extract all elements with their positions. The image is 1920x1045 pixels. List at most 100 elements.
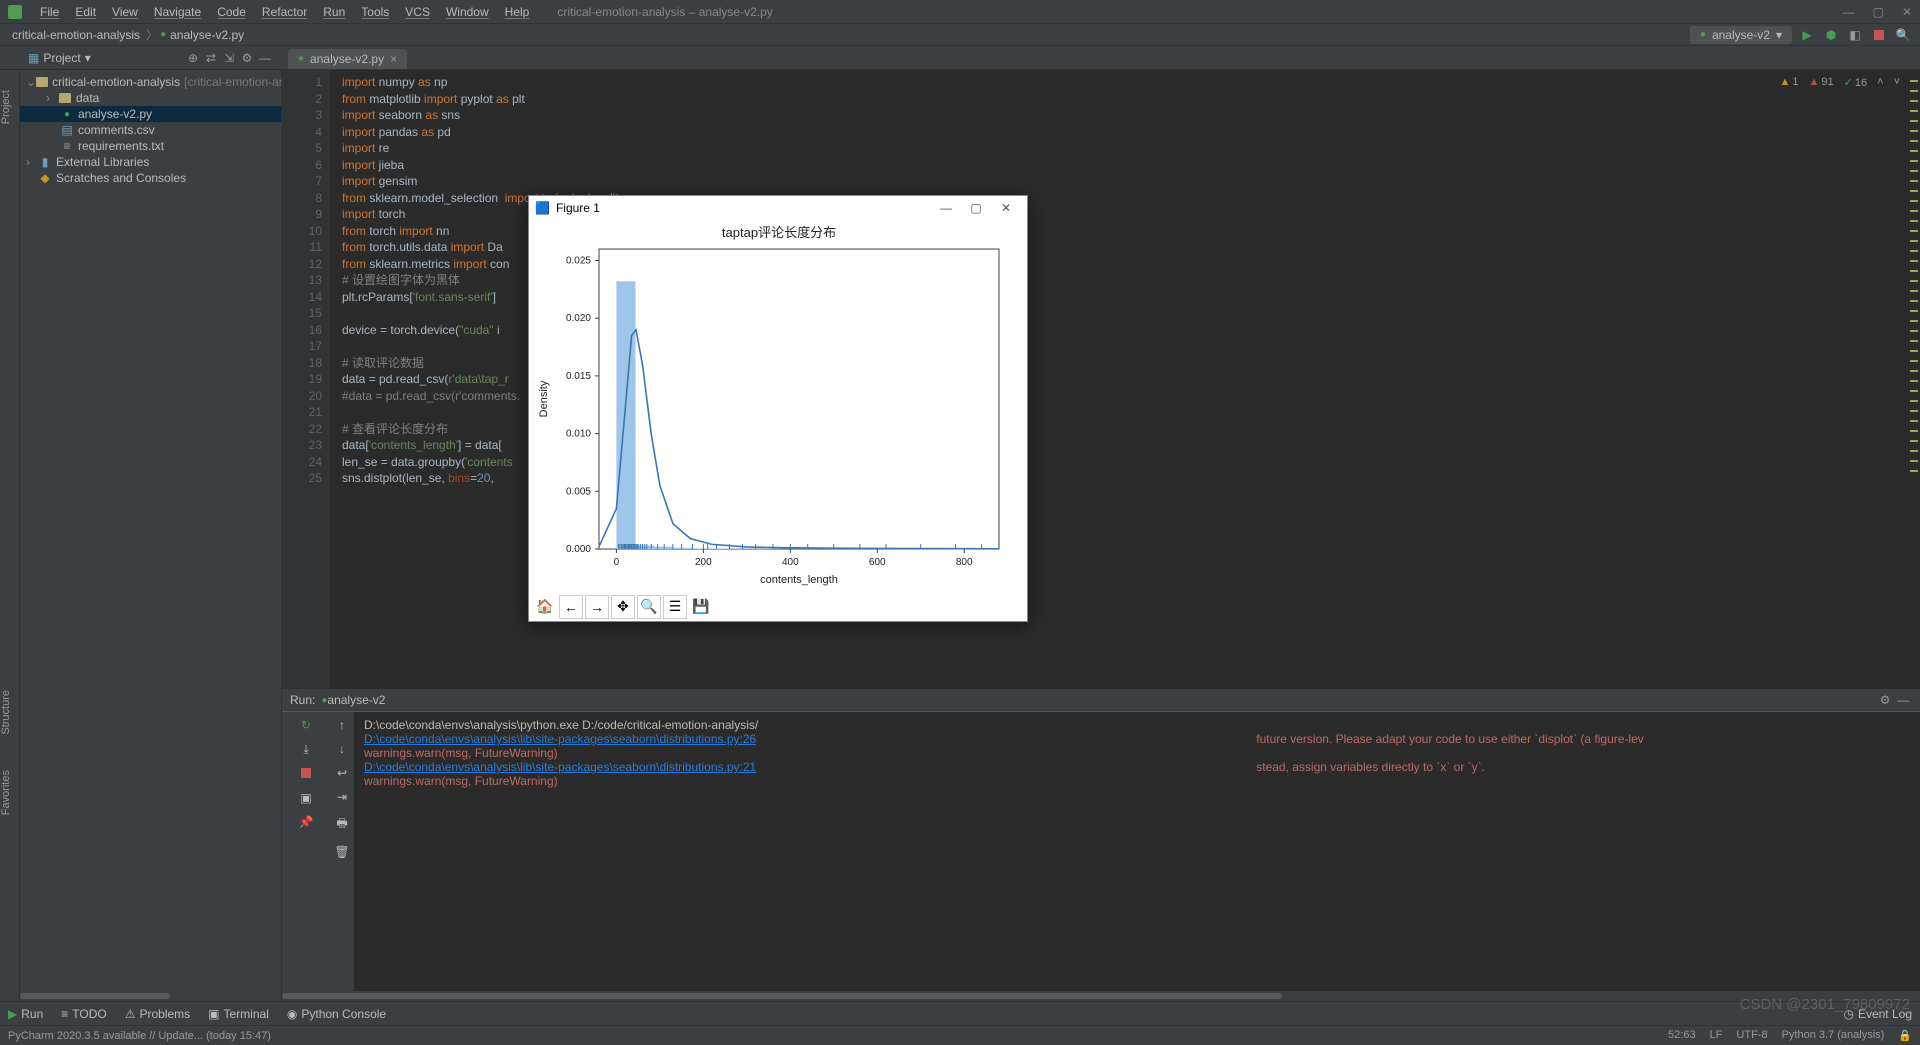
run-secondary-toolbar: ↑ ↓ ↩ ⇥ 🖶 🗑 [330, 712, 354, 991]
project-horizontal-scrollbar[interactable] [20, 991, 281, 1001]
figure-close-icon[interactable]: ✕ [991, 201, 1021, 215]
window-maximize-icon[interactable]: ▢ [1873, 5, 1884, 19]
expand-all-icon[interactable]: ⇄ [202, 49, 220, 67]
hide-tool-icon[interactable]: — [1894, 691, 1912, 709]
back-icon[interactable]: ← [559, 595, 583, 619]
layout-icon[interactable]: ▣ [300, 791, 311, 805]
up-icon[interactable]: ↑ [339, 718, 345, 732]
figure-window-title: Figure 1 [556, 201, 600, 215]
side-tab-project[interactable]: Project [0, 90, 12, 124]
save-figure-icon[interactable]: 💾 [689, 595, 713, 619]
tree-external-libraries[interactable]: ›▮ External Libraries [20, 154, 281, 170]
menu-run[interactable]: Run [315, 5, 353, 19]
file-encoding[interactable]: UTF-8 [1736, 1029, 1767, 1042]
project-tree[interactable]: ⌄ critical-emotion-analysis [critical-em… [20, 70, 281, 190]
bottom-tool-terminal[interactable]: ▣Terminal [208, 1007, 269, 1021]
breadcrumb-separator-icon: 〉 [144, 26, 160, 43]
caret-position[interactable]: 52:63 [1668, 1029, 1696, 1042]
status-update-notice[interactable]: PyCharm 2020.3.5 available // Update... … [8, 1030, 271, 1042]
home-icon[interactable]: 🏠 [533, 595, 557, 619]
figure-minimize-icon[interactable]: — [931, 201, 961, 215]
figure-canvas: 02004006008000.0000.0050.0100.0150.0200.… [529, 219, 1027, 592]
pan-icon[interactable]: ✥ [611, 595, 635, 619]
svg-text:0: 0 [614, 557, 620, 568]
menu-tools[interactable]: Tools [353, 5, 397, 19]
stop-icon[interactable] [301, 767, 311, 781]
figure-maximize-icon[interactable]: ▢ [961, 201, 991, 215]
tree-scratches[interactable]: ◆ Scratches and Consoles [20, 170, 281, 186]
lock-icon[interactable]: 🔒 [1898, 1029, 1912, 1042]
clear-icon[interactable]: 🗑 [334, 845, 349, 859]
menu-refactor[interactable]: Refactor [254, 5, 315, 19]
down-icon[interactable]: ↓ [339, 742, 345, 756]
weak-warning-count: 16 [1844, 76, 1867, 89]
menu-navigate[interactable]: Navigate [146, 5, 209, 19]
collapse-all-icon[interactable]: ⇲ [220, 49, 238, 67]
rerun-icon[interactable]: ↻ [301, 718, 311, 732]
chevron-down-icon[interactable]: ˅ [1894, 76, 1900, 89]
terminal-icon: ▣ [208, 1007, 219, 1021]
title-bar: File Edit View Navigate Code Refactor Ru… [0, 0, 1920, 24]
bottom-tool-python-console[interactable]: ◉Python Console [287, 1007, 386, 1021]
menu-vcs[interactable]: VCS [397, 5, 438, 19]
scroll-to-end-icon[interactable]: ⇥ [337, 790, 347, 804]
todo-icon: ≡ [61, 1007, 68, 1021]
window-minimize-icon[interactable]: — [1843, 5, 1855, 19]
run-tool-header: Run: ● analyse-v2 ⚙ — [282, 689, 1920, 711]
menu-help[interactable]: Help [497, 5, 538, 19]
run-icon[interactable]: ⤓ [303, 742, 308, 757]
project-tool-label[interactable]: Project [43, 51, 80, 65]
editor-tab[interactable]: ● analyse-v2.py × [288, 49, 407, 69]
menu-file[interactable]: File [32, 5, 67, 19]
tree-file-requirements[interactable]: ≡ requirements.txt [20, 138, 281, 154]
menu-code[interactable]: Code [209, 5, 254, 19]
problems-icon: ⚠ [125, 1007, 136, 1021]
tree-project-root[interactable]: ⌄ critical-emotion-analysis [critical-em… [20, 74, 281, 90]
python-interpreter[interactable]: Python 3.7 (analysis) [1782, 1029, 1885, 1042]
bottom-tool-todo[interactable]: ≡TODO [61, 1007, 106, 1021]
tree-file-comments[interactable]: ▤ comments.csv [20, 122, 281, 138]
figure-title-bar[interactable]: 🟦 Figure 1 — ▢ ✕ [529, 196, 1027, 219]
menu-window[interactable]: Window [438, 5, 497, 19]
forward-icon[interactable]: → [585, 595, 609, 619]
tree-folder-data[interactable]: › data [20, 90, 281, 106]
search-everywhere-icon[interactable]: 🔍 [1894, 26, 1912, 44]
tree-file-analyse[interactable]: ● analyse-v2.py [20, 106, 281, 122]
side-tab-structure[interactable]: Structure [0, 690, 12, 735]
bottom-tool-problems[interactable]: ⚠Problems [125, 1007, 190, 1021]
debug-button-icon[interactable]: ⬢ [1822, 26, 1840, 44]
chevron-up-icon[interactable]: ˄ [1877, 76, 1883, 89]
text-file-icon: ≡ [60, 139, 74, 153]
locate-file-icon[interactable]: ⊕ [184, 49, 202, 67]
error-stripe[interactable] [1908, 70, 1920, 689]
svg-text:0.000: 0.000 [566, 544, 591, 555]
hide-tool-icon[interactable]: — [256, 49, 274, 67]
console-output[interactable]: D:\code\conda\envs\analysis\python.exe D… [354, 712, 1920, 991]
run-button-icon[interactable]: ▶ [1798, 26, 1816, 44]
breadcrumb-root[interactable]: critical-emotion-analysis [8, 28, 144, 42]
inspection-summary[interactable]: 1 91 16 ˄ ˅ [1780, 76, 1901, 89]
chevron-down-icon[interactable]: ▾ [85, 51, 91, 65]
breadcrumb-file[interactable]: analyse-v2.py [166, 28, 248, 42]
soft-wrap-icon[interactable]: ↩ [337, 766, 347, 780]
line-separator[interactable]: LF [1710, 1029, 1723, 1042]
menu-edit[interactable]: Edit [67, 5, 104, 19]
close-tab-icon[interactable]: × [390, 52, 397, 66]
run-with-coverage-icon[interactable]: ◧ [1846, 26, 1864, 44]
bottom-tool-run[interactable]: ▶Run [8, 1007, 43, 1021]
stop-button-icon[interactable] [1870, 26, 1888, 44]
console-horizontal-scrollbar[interactable] [282, 991, 1920, 1001]
settings-gear-icon[interactable]: ⚙ [1876, 691, 1894, 709]
side-tab-favorites[interactable]: Favorites [0, 770, 12, 815]
print-icon[interactable]: 🖶 [336, 814, 347, 835]
figure-window[interactable]: 🟦 Figure 1 — ▢ ✕ 02004006008000.0000.005… [528, 195, 1028, 622]
menu-view[interactable]: View [104, 5, 146, 19]
window-close-icon[interactable]: ✕ [1902, 5, 1912, 19]
zoom-icon[interactable]: 🔍 [637, 595, 661, 619]
pin-icon[interactable]: 📌 [299, 815, 314, 829]
run-primary-toolbar: ↻ ⤓ ▣ 📌 [282, 712, 330, 991]
settings-gear-icon[interactable]: ⚙ [238, 49, 256, 67]
configure-subplots-icon[interactable]: ☰ [663, 595, 687, 619]
run-tool-window: ↻ ⤓ ▣ 📌 ↑ ↓ ↩ ⇥ 🖶 🗑 D:\code\conda\envs\a… [282, 711, 1920, 991]
run-config-selector[interactable]: ● analyse-v2 ▾ [1690, 26, 1792, 44]
